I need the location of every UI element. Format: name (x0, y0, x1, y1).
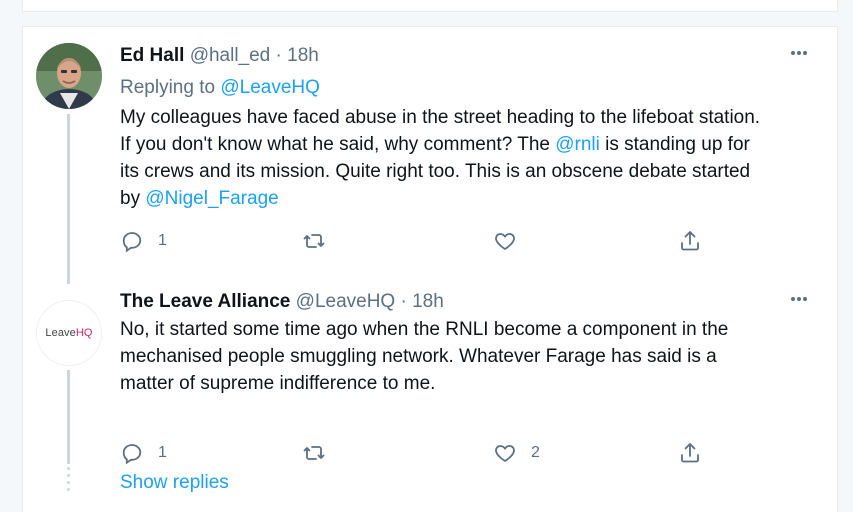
share-button[interactable] (678, 229, 702, 253)
retweet-button[interactable] (302, 229, 326, 253)
author-name[interactable]: Ed Hall (120, 45, 184, 66)
author-handle[interactable]: @hall_ed (190, 45, 271, 66)
tweet-text-line: My colleagues have faced abuse in the st… (120, 107, 761, 128)
avatar[interactable]: LeaveHQ (36, 300, 102, 366)
leavehq-logo: LeaveHQ (45, 327, 92, 339)
more-options-icon[interactable] (791, 47, 813, 57)
tweet-text: My colleagues have faced abuse in the st… (120, 104, 820, 212)
conversation-panel: Ed Hall @hall_ed · 18h Replying to @Leav… (22, 26, 838, 512)
share-button[interactable] (678, 441, 702, 465)
mention-link[interactable]: @rnli (555, 134, 600, 155)
timestamp[interactable]: 18h (412, 291, 444, 312)
reply-button[interactable]: 1 (120, 441, 167, 465)
reply-icon (122, 444, 142, 465)
retweet-icon (303, 446, 325, 460)
tweet-actions: 1 2 (120, 441, 760, 469)
tweet-text: No, it started some time ago when the RN… (120, 316, 820, 397)
tweet-text-line: mechanised people smuggling network. Wha… (120, 346, 717, 367)
tweet-header: The Leave Alliance @LeaveHQ · 18h (120, 289, 444, 315)
tweet-leave-alliance[interactable]: LeaveHQ The Leave Alliance @LeaveHQ · 18… (23, 284, 837, 465)
author-handle[interactable]: @LeaveHQ (296, 291, 396, 312)
timestamp[interactable]: 18h (287, 45, 319, 66)
logo-text-hq: HQ (75, 327, 93, 339)
replying-to-link[interactable]: @LeaveHQ (220, 77, 320, 98)
more-options-icon[interactable] (791, 293, 813, 303)
tweet-actions: 1 (120, 229, 760, 257)
like-count: 2 (531, 444, 540, 461)
tweet-text-line: No, it started some time ago when the RN… (120, 319, 729, 340)
tweet-text-line: by (120, 188, 146, 209)
separator: · (275, 45, 282, 66)
show-replies-link[interactable]: Show replies (120, 470, 229, 496)
collapsed-thread-dots (67, 467, 70, 497)
reply-button[interactable]: 1 (120, 229, 167, 253)
retweet-icon (303, 234, 325, 248)
profile-photo-icon (36, 43, 102, 109)
tweet-text-line: is standing up for (599, 134, 750, 155)
retweet-button[interactable] (302, 441, 326, 465)
logo-text-leave: Leave (45, 327, 76, 339)
separator: · (400, 291, 407, 312)
mention-link[interactable]: @Nigel_Farage (145, 188, 278, 209)
share-icon (681, 443, 699, 463)
tweet-ed-hall[interactable]: Ed Hall @hall_ed · 18h Replying to @Leav… (23, 27, 837, 284)
reply-count: 1 (158, 444, 167, 461)
share-icon (681, 231, 699, 251)
tweet-text-line: If you don't know what he said, why comm… (120, 134, 556, 155)
avatar[interactable] (36, 43, 102, 109)
heart-icon (495, 445, 515, 462)
replying-to: Replying to @LeaveHQ (120, 75, 320, 101)
tweet-header: Ed Hall @hall_ed · 18h (120, 43, 319, 69)
author-name[interactable]: The Leave Alliance (120, 291, 290, 312)
reply-icon (122, 232, 142, 253)
tweet-text-line: its crews and its mission. Quite right t… (120, 161, 751, 182)
thread-line (67, 114, 70, 284)
replying-to-prefix: Replying to (120, 77, 221, 98)
like-button[interactable]: 2 (493, 441, 540, 465)
heart-icon (495, 233, 515, 250)
like-button[interactable] (493, 229, 517, 253)
tweet-text-line: matter of supreme indifference to me. (120, 373, 436, 394)
thread-line (67, 370, 70, 464)
previous-tweet-bottom (22, 0, 838, 12)
reply-count: 1 (158, 232, 167, 249)
